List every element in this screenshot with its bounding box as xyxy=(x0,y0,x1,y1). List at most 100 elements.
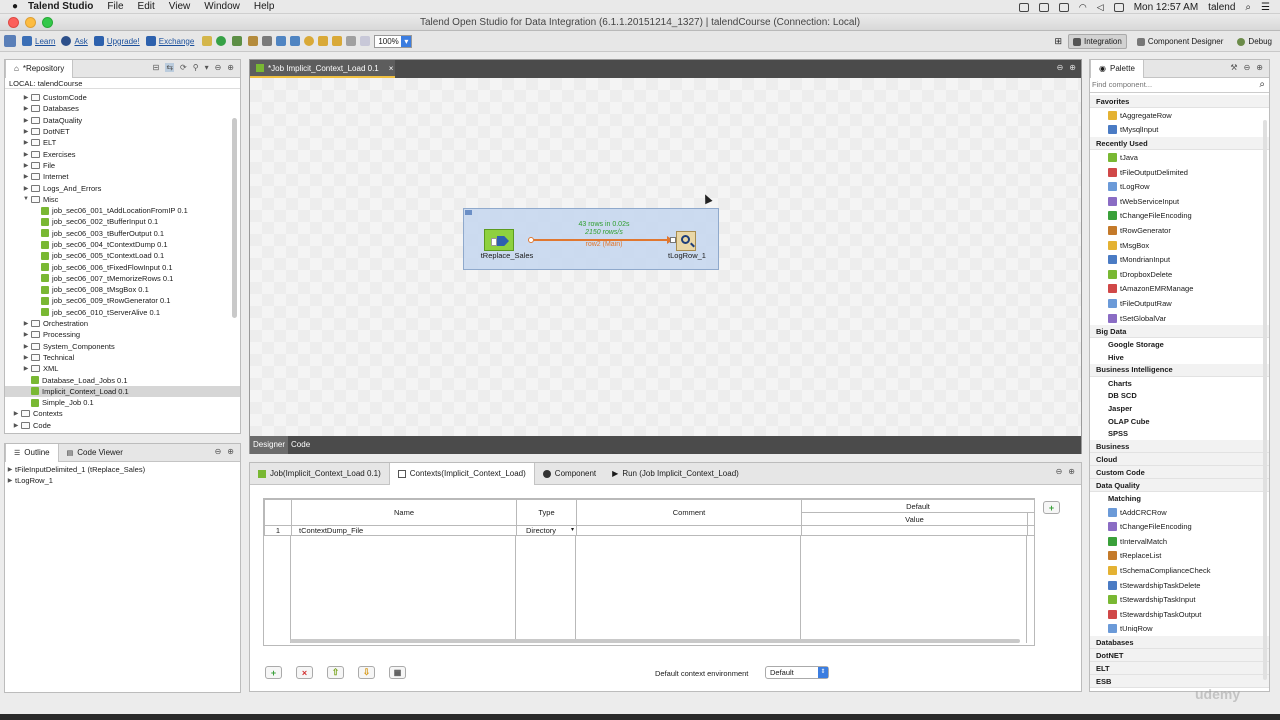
palette-group-recent[interactable]: Recently Used xyxy=(1090,137,1269,151)
repository-folder[interactable]: ▶ CustomCode xyxy=(5,92,240,103)
menu-edit[interactable]: Edit xyxy=(138,1,155,12)
repository-folder[interactable]: ▶ Logs_And_Errors xyxy=(5,182,240,193)
search-icon[interactable]: ⌕ xyxy=(1245,2,1251,13)
repository-folder[interactable]: ▶ Processing xyxy=(5,329,240,340)
target-component-icon[interactable] xyxy=(676,231,696,251)
tab-outline[interactable]: ☰ Outline xyxy=(5,443,59,462)
edit-icon[interactable] xyxy=(248,36,259,46)
palette-component[interactable]: tChangeFileEncoding xyxy=(1090,209,1269,224)
palette-component[interactable]: tSchemaComplianceCheck xyxy=(1090,563,1269,578)
palette-component[interactable]: tWebServiceInput xyxy=(1090,194,1269,209)
minimize-icon[interactable]: ⊖ xyxy=(215,63,222,72)
expand-icon[interactable]: ▶ xyxy=(21,331,31,338)
export-icon[interactable] xyxy=(276,36,287,46)
move-up-button[interactable]: ⇧ xyxy=(327,666,344,679)
palette-component[interactable]: tUniqRow xyxy=(1090,622,1269,637)
palette-component[interactable]: tSetGlobalVar xyxy=(1090,311,1269,326)
ask-link[interactable]: Ask xyxy=(61,36,88,46)
palette-component[interactable]: tAddCRCRow xyxy=(1090,505,1269,520)
tab-job-editor[interactable]: *Job Implicit_Context_Load 0.1 × xyxy=(250,60,395,78)
repository-folder[interactable]: ▶ Databases xyxy=(5,103,240,114)
filter-icon[interactable]: ⚲ xyxy=(193,63,199,72)
repository-job[interactable]: job_sec06_006_tFixedFlowInput 0.1 xyxy=(5,261,240,272)
expand-icon[interactable]: ▶ xyxy=(21,185,31,192)
flag-icon[interactable] xyxy=(1113,2,1124,12)
palette-component[interactable]: tAmazonEMRManage xyxy=(1090,282,1269,297)
add-variable-button[interactable]: + xyxy=(265,666,282,679)
expand-icon[interactable]: ▶ xyxy=(21,128,31,135)
refresh-icon[interactable] xyxy=(318,36,329,46)
repository-folder[interactable]: ▶ Contexts xyxy=(5,408,240,419)
palette-component[interactable]: tJava xyxy=(1090,150,1269,165)
minimize-icon[interactable]: ⊖ xyxy=(1056,467,1063,476)
palette-subgroup-matching[interactable]: Matching xyxy=(1090,492,1269,505)
row-type-select[interactable]: Directory ▾ xyxy=(516,525,577,536)
palette-component[interactable]: tReplaceList xyxy=(1090,549,1269,564)
palette-group-data-quality[interactable]: Data Quality xyxy=(1090,479,1269,493)
default-env-select[interactable]: Default ⇕ xyxy=(765,666,829,679)
repository-folder[interactable]: ▶ DotNET xyxy=(5,126,240,137)
tab-palette[interactable]: ◉ Palette xyxy=(1090,60,1144,78)
expand-icon[interactable]: ▶ xyxy=(21,151,31,158)
repository-job[interactable]: job_sec06_007_tMemorizeRows 0.1 xyxy=(5,273,240,284)
repository-job[interactable]: Implicit_Context_Load 0.1 xyxy=(5,385,240,398)
palette-component[interactable]: tFileOutputRaw xyxy=(1090,296,1269,311)
repository-folder[interactable]: ▶ ELT xyxy=(5,137,240,148)
palette-component[interactable]: tMondrianInput xyxy=(1090,252,1269,267)
redo-icon[interactable] xyxy=(346,36,357,46)
repository-folder[interactable]: ▶ Technical xyxy=(5,352,240,363)
palette-component[interactable]: tDropboxDelete xyxy=(1090,267,1269,282)
repository-job[interactable]: job_sec06_003_tBufferOutput 0.1 xyxy=(5,228,240,239)
palette-subgroup[interactable]: DB SCD xyxy=(1090,389,1269,402)
tab-component[interactable]: Component xyxy=(535,463,604,485)
palette-component[interactable]: tChangeFileEncoding xyxy=(1090,519,1269,534)
save-icon[interactable] xyxy=(4,35,16,47)
repository-folder[interactable]: ▶ File xyxy=(5,160,240,171)
repository-job[interactable]: Simple_Job 0.1 xyxy=(5,397,240,408)
expand-icon[interactable]: ▶ xyxy=(21,365,31,372)
add-context-group-button[interactable]: + xyxy=(1043,501,1060,514)
minimize-icon[interactable]: ⊖ xyxy=(1244,63,1251,72)
screen-icon[interactable] xyxy=(1018,2,1029,12)
run-icon[interactable] xyxy=(216,36,227,46)
palette-component[interactable]: tRowGenerator xyxy=(1090,223,1269,238)
expand-icon[interactable]: ▶ xyxy=(5,477,15,484)
expand-icon[interactable]: ▶ xyxy=(21,320,31,327)
maximize-icon[interactable]: ⊕ xyxy=(1069,63,1076,72)
grid-icon[interactable] xyxy=(360,36,371,46)
refresh-icon[interactable]: ⟳ xyxy=(180,63,187,72)
palette-component[interactable]: tMysqlInput xyxy=(1090,123,1269,138)
wifi-icon[interactable]: ◠ xyxy=(1079,2,1087,13)
apple-icon[interactable]: ● xyxy=(12,1,18,12)
repository-job[interactable]: job_sec06_009_tRowGenerator 0.1 xyxy=(5,295,240,306)
palette-component[interactable]: tIntervalMatch xyxy=(1090,534,1269,549)
repository-folder[interactable]: ▶ Exercises xyxy=(5,148,240,159)
palette-component[interactable]: tStewardshipTaskDelete xyxy=(1090,578,1269,593)
type-column-header[interactable]: Type xyxy=(516,499,577,526)
palette-group[interactable]: Databases xyxy=(1090,636,1269,650)
repository-scrollbar[interactable] xyxy=(232,118,237,318)
tab-code[interactable]: Code xyxy=(288,436,313,454)
debug-run-icon[interactable] xyxy=(232,36,243,46)
palette-subgroup[interactable]: Hive xyxy=(1090,351,1269,364)
expand-icon[interactable]: ▶ xyxy=(11,422,21,429)
undo-icon[interactable] xyxy=(332,36,343,46)
import-icon[interactable] xyxy=(290,36,301,46)
menu-help[interactable]: Help xyxy=(254,1,275,12)
expand-icon[interactable]: ▶ xyxy=(21,354,31,361)
outline-item[interactable]: ▶ tLogRow_1 xyxy=(5,475,240,486)
import-export-button[interactable]: ▦ xyxy=(389,666,406,679)
perspective-integration[interactable]: Integration xyxy=(1068,34,1127,49)
table-row[interactable]: 1 tContextDump_File Directory ▾ xyxy=(264,525,1035,536)
repository-job[interactable]: job_sec06_002_tBufferInput 0.1 xyxy=(5,216,240,227)
volume-icon[interactable]: ◁ xyxy=(1097,2,1104,13)
repository-job[interactable]: job_sec06_001_tAddLocationFromIP 0.1 xyxy=(5,205,240,216)
palette-subgroup[interactable]: Jasper xyxy=(1090,402,1269,415)
expand-icon[interactable]: ▶ xyxy=(5,466,15,473)
collapse-all-icon[interactable]: ⊟ xyxy=(153,63,160,72)
open-perspective-icon[interactable]: ⊞ xyxy=(1054,36,1062,47)
move-down-button[interactable]: ⇩ xyxy=(358,666,375,679)
default-column-header[interactable]: Default xyxy=(801,499,1035,513)
clock[interactable]: Mon 12:57 AM xyxy=(1134,2,1198,13)
view-menu-icon[interactable]: ▾ xyxy=(205,63,209,72)
